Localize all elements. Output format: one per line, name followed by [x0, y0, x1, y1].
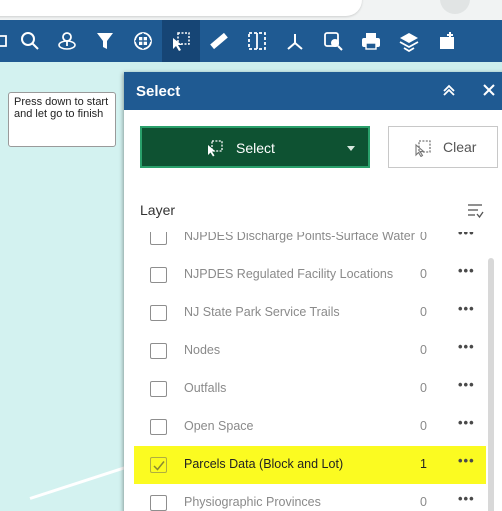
more-icon[interactable]: •••: [458, 491, 475, 506]
layer-list: NJPDES Discharge Points-Surface Water 0 …: [124, 232, 502, 511]
layer-checkbox[interactable]: [150, 232, 167, 245]
more-icon[interactable]: •••: [458, 415, 475, 430]
more-icon[interactable]: •••: [458, 339, 475, 354]
search-bar[interactable]: [0, 0, 362, 16]
list-item-selected[interactable]: Parcels Data (Block and Lot) 1 •••: [134, 446, 486, 484]
ruler-icon[interactable]: [200, 20, 238, 62]
sort-icon[interactable]: [466, 202, 484, 220]
more-icon[interactable]: •••: [458, 232, 475, 240]
layer-checkbox[interactable]: [150, 381, 167, 397]
layer-name: Outfalls: [184, 381, 227, 395]
add-data-icon[interactable]: [428, 20, 466, 62]
more-icon[interactable]: •••: [458, 377, 475, 392]
panel-header: Select: [124, 72, 502, 110]
toolbar: [0, 20, 502, 62]
layer-name: NJPDES Discharge Points-Surface Water: [184, 232, 415, 243]
layer-checkbox[interactable]: [150, 419, 167, 435]
layer-count: 0: [420, 381, 427, 395]
select-tool-icon: [208, 140, 223, 157]
check-icon: [153, 461, 165, 471]
layer-name: NJ State Park Service Trails: [184, 305, 340, 319]
layer-count: 0: [420, 305, 427, 319]
layer-name: Open Space: [184, 419, 254, 433]
select-panel: Select Select Clear Layer NJPDES Dischar…: [124, 72, 502, 511]
toolbar-edge: [0, 20, 10, 62]
select-icon[interactable]: [162, 20, 200, 62]
layer-name: NJPDES Regulated Facility Locations: [184, 267, 394, 281]
search-location-icon[interactable]: [10, 20, 48, 62]
layers-icon[interactable]: [390, 20, 428, 62]
more-icon[interactable]: •••: [458, 301, 475, 316]
layer-checkbox[interactable]: [150, 343, 167, 359]
list-item[interactable]: Nodes 0 •••: [124, 332, 494, 370]
chevron-down-icon[interactable]: [347, 146, 355, 151]
layer-name: Parcels Data (Block and Lot): [184, 457, 344, 471]
coordinate-icon[interactable]: [276, 20, 314, 62]
clear-selection-icon: [415, 140, 431, 157]
layer-heading: Layer: [140, 202, 176, 218]
layer-checkbox[interactable]: [150, 495, 167, 511]
grid-icon[interactable]: [124, 20, 162, 62]
map-pin-icon[interactable]: [48, 20, 86, 62]
layer-checkbox-checked[interactable]: [150, 457, 167, 473]
panel-title: Select: [136, 83, 181, 100]
print-icon[interactable]: [352, 20, 390, 62]
layer-count: 1: [420, 457, 427, 471]
draw-tooltip: Press down to start and let go to finish: [8, 92, 116, 147]
clear-button-label: Clear: [443, 139, 477, 155]
list-item[interactable]: Physiographic Provinces 0 •••: [124, 484, 494, 511]
list-scrollbar[interactable]: [488, 258, 494, 511]
layer-checkbox[interactable]: [150, 305, 167, 321]
layer-checkbox[interactable]: [150, 267, 167, 283]
select-button-label: Select: [236, 140, 275, 156]
layer-count: 0: [420, 343, 427, 357]
list-item[interactable]: Outfalls 0 •••: [124, 370, 494, 408]
layer-count: 0: [420, 419, 427, 433]
select-button[interactable]: Select: [140, 126, 370, 168]
list-item[interactable]: NJPDES Discharge Points-Surface Water 0 …: [124, 232, 494, 256]
list-item[interactable]: NJPDES Regulated Facility Locations 0 ••…: [124, 256, 494, 294]
more-icon[interactable]: •••: [458, 263, 475, 278]
layer-count: 0: [420, 267, 427, 281]
list-item[interactable]: Open Space 0 •••: [124, 408, 494, 446]
filter-icon[interactable]: [86, 20, 124, 62]
layer-name: Physiographic Provinces: [184, 495, 321, 509]
close-icon[interactable]: [482, 83, 496, 97]
clear-button[interactable]: Clear: [388, 126, 498, 168]
layer-count: 0: [420, 495, 427, 509]
list-item[interactable]: NJ State Park Service Trails 0 •••: [124, 294, 494, 332]
collapse-icon[interactable]: [442, 83, 456, 97]
layer-count: 0: [420, 232, 427, 243]
more-icon[interactable]: •••: [458, 453, 475, 468]
layer-search-icon[interactable]: [314, 20, 352, 62]
layer-name: Nodes: [184, 343, 221, 357]
split-icon[interactable]: [238, 20, 276, 62]
